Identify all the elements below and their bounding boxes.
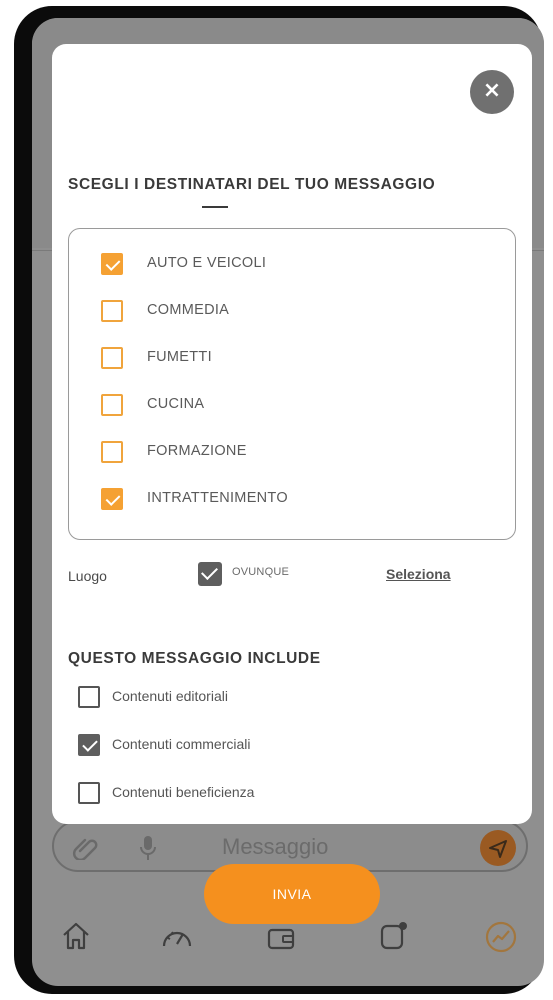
send-button[interactable]: INVIA <box>204 864 380 924</box>
trending-icon[interactable] <box>484 920 518 958</box>
checkbox-checked-icon[interactable] <box>101 488 123 510</box>
include-label: Contenuti editoriali <box>112 688 228 704</box>
category-label: COMMEDIA <box>147 302 230 318</box>
recipients-modal: × SCEGLI I DESTINATARI DEL TUO MESSAGGIO… <box>52 44 532 824</box>
place-value: OVUNQUE <box>232 566 290 578</box>
category-label: CUCINA <box>147 396 205 412</box>
checkbox-icon[interactable] <box>78 782 100 804</box>
app-screen: Messaggio × SCEGLI I DESTINATARI DEL TUO… <box>32 18 544 986</box>
wallet-icon[interactable] <box>266 920 296 956</box>
checkbox-icon[interactable] <box>101 394 123 416</box>
categories-list: AUTO E VEICOLI COMMEDIA FUMETTI CUCINA F… <box>68 228 516 540</box>
category-label: INTRATTENIMENTO <box>147 490 288 506</box>
checkbox-icon[interactable] <box>101 441 123 463</box>
include-label: Contenuti beneficienza <box>112 784 255 800</box>
checkbox-icon[interactable] <box>101 347 123 369</box>
notification-icon[interactable] <box>378 920 410 956</box>
include-label: Contenuti commerciali <box>112 736 251 752</box>
close-icon[interactable]: × <box>470 70 514 114</box>
title-underline <box>202 206 228 208</box>
checkbox-checked-icon[interactable] <box>78 734 100 756</box>
category-label: AUTO E VEICOLI <box>147 255 267 271</box>
recipients-title: SCEGLI I DESTINATARI DEL TUO MESSAGGIO <box>68 176 436 193</box>
category-label: FORMAZIONE <box>147 443 247 459</box>
checkbox-icon[interactable] <box>101 300 123 322</box>
checkbox-icon[interactable] <box>78 686 100 708</box>
send-icon[interactable] <box>480 830 516 866</box>
category-label: FUMETTI <box>147 349 212 365</box>
paperclip-icon[interactable] <box>72 834 98 864</box>
speedometer-icon[interactable] <box>160 920 194 956</box>
select-place-link[interactable]: Seleziona <box>386 566 451 582</box>
message-input[interactable]: Messaggio <box>222 834 328 860</box>
home-icon[interactable] <box>60 920 92 956</box>
microphone-icon[interactable] <box>138 834 158 866</box>
includes-title: QUESTO MESSAGGIO INCLUDE <box>68 650 321 667</box>
checkbox-checked-icon[interactable] <box>101 253 123 275</box>
place-label: Luogo <box>68 568 107 584</box>
place-checkbox-checked-icon[interactable] <box>198 562 222 586</box>
